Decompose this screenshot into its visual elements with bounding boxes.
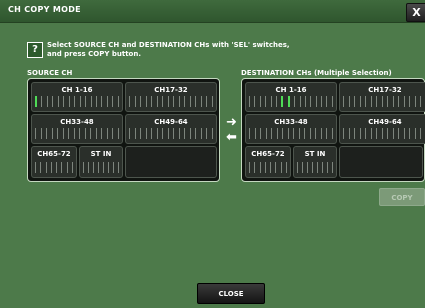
fader-strips — [297, 162, 333, 173]
block-label: CH33-48 — [60, 118, 94, 126]
window-title: CH COPY MODE — [8, 5, 81, 14]
fader-strips — [35, 96, 119, 107]
fader-strips — [343, 96, 425, 107]
source-ch-label: SOURCE CH — [27, 69, 73, 77]
fader-strips — [343, 128, 425, 139]
destination-block-empty — [339, 146, 423, 178]
copy-direction-left-icon: ⬅ — [226, 130, 237, 145]
block-label: CH49-64 — [154, 118, 188, 126]
destination-block-st-in[interactable]: ST IN — [293, 146, 337, 178]
source-block-ch65-72[interactable]: CH65-72 — [31, 146, 77, 178]
copy-direction-right-icon: ➜ — [226, 115, 237, 130]
source-block-ch33-48[interactable]: CH33-48 — [31, 114, 123, 144]
title-bar: CH COPY MODE X — [0, 0, 425, 23]
destination-block-ch49-64[interactable]: CH49-64 — [339, 114, 425, 144]
instruction-line-2: and press COPY button. — [47, 50, 141, 58]
fader-strips — [129, 96, 213, 107]
fader-strips — [249, 128, 333, 139]
destination-chs-label: DESTINATION CHs (Multiple Selection) — [241, 69, 392, 77]
source-block-st-in[interactable]: ST IN — [79, 146, 123, 178]
block-label: CH 1-16 — [275, 86, 307, 94]
block-label: CH 1-16 — [61, 86, 93, 94]
fader-strips — [249, 96, 333, 107]
block-label: ST IN — [90, 150, 112, 158]
help-icon: ? — [27, 42, 43, 58]
fader-strips — [249, 162, 287, 173]
source-block-ch17-32[interactable]: CH17-32 — [125, 82, 217, 112]
copy-button[interactable]: COPY — [379, 188, 425, 206]
block-label: CH33-48 — [274, 118, 308, 126]
block-label: CH65-72 — [251, 150, 285, 158]
close-x-button[interactable]: X — [406, 3, 425, 22]
destination-block-ch65-72[interactable]: CH65-72 — [245, 146, 291, 178]
block-label: CH65-72 — [37, 150, 71, 158]
instruction-text: Select SOURCE CH and DESTINATION CHs wit… — [47, 41, 290, 59]
destination-block-ch33-48[interactable]: CH33-48 — [245, 114, 337, 144]
close-button[interactable]: CLOSE — [197, 283, 265, 304]
block-label: ST IN — [304, 150, 326, 158]
source-block-ch1-16[interactable]: CH 1-16 — [31, 82, 123, 112]
destination-block-ch17-32[interactable]: CH17-32 — [339, 82, 425, 112]
source-block-empty — [125, 146, 217, 178]
fader-strips — [35, 162, 73, 173]
source-block-ch49-64[interactable]: CH49-64 — [125, 114, 217, 144]
fader-strips — [129, 128, 213, 139]
block-label: CH17-32 — [154, 86, 188, 94]
source-ch-panel: CH 1-16 CH17-32 CH33-48 CH49-64 CH65-72 — [27, 78, 220, 182]
destination-block-ch1-16[interactable]: CH 1-16 — [245, 82, 337, 112]
fader-strips — [35, 128, 119, 139]
fader-strips — [83, 162, 119, 173]
destination-chs-panel: CH 1-16 CH17-32 CH33-48 CH49-64 CH65-72 — [241, 78, 425, 182]
block-label: CH49-64 — [368, 118, 402, 126]
block-label: CH17-32 — [368, 86, 402, 94]
instruction-line-1: Select SOURCE CH and DESTINATION CHs wit… — [47, 41, 290, 49]
